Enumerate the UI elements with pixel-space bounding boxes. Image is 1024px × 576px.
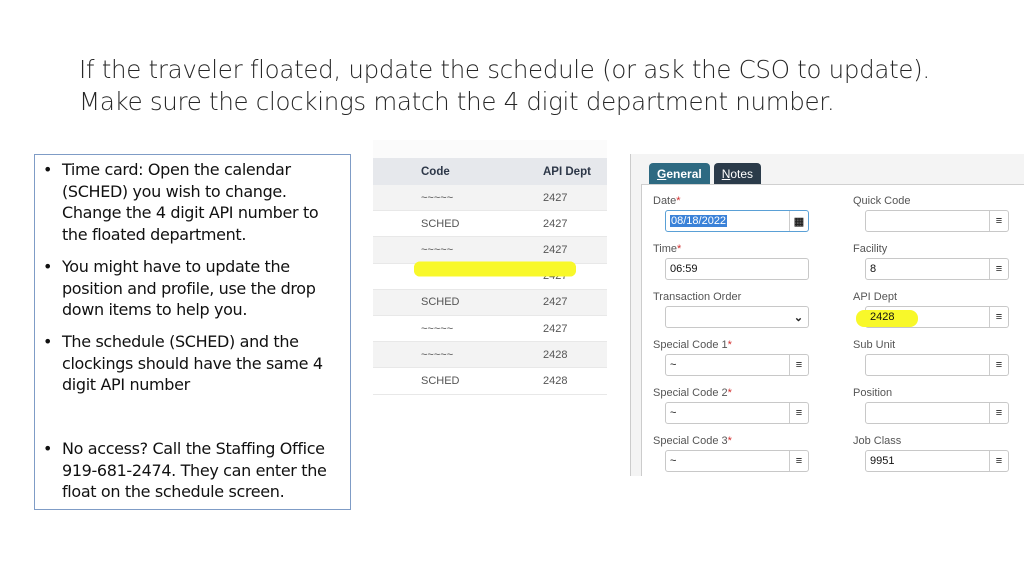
highlight-mark [414, 261, 576, 277]
bullet-item: • You might have to update the position a… [43, 256, 316, 320]
table-row[interactable]: SCHED 2428 [373, 261, 607, 395]
cell-code: SCHED [421, 374, 460, 387]
cell-api-dept: 2427 [543, 322, 568, 335]
quick-code-input[interactable]: ≡ [865, 210, 1009, 232]
bullet-icon: • [43, 256, 53, 276]
cell-code: SCHED [421, 217, 460, 230]
position-field: Position ≡ [853, 387, 1009, 424]
bullet-item: • Time card: Open the calendar (SCHED) yo… [43, 160, 319, 245]
bullet-item: • The schedule (SCHED) and the clockings … [43, 331, 323, 395]
cell-api-dept: 2428 [543, 374, 568, 387]
date-field: Date* 08/18/2022 ▦ [653, 195, 809, 232]
table-row[interactable]: ~~~~~ 2427 [373, 237, 607, 264]
clockings-table: Code API Dept ~~~~~ 2427 SCHED 2427 ~~~~~ 242… [373, 140, 607, 398]
special-code-2-input[interactable]: ~ ≡ [665, 402, 809, 424]
quick-code-field: Quick Code ≡ [853, 195, 1009, 232]
tab-general[interactable]: General [649, 163, 710, 184]
list-icon[interactable]: ≡ [989, 355, 1008, 375]
list-icon[interactable]: ≡ [789, 403, 808, 423]
time-input[interactable]: 06:59 [665, 258, 809, 280]
list-icon[interactable]: ≡ [989, 211, 1008, 231]
transaction-order-field: Transaction Order ⌄ [653, 291, 809, 328]
cell-api-dept: 2428 [543, 348, 568, 361]
special-code-3-input[interactable]: ~ ≡ [665, 450, 809, 472]
list-icon[interactable]: ≡ [789, 451, 808, 471]
time-field: Time* 06:59 [653, 243, 809, 280]
sub-unit-field: Sub Unit ≡ [853, 339, 1009, 376]
transaction-order-select[interactable]: ⌄ [665, 306, 809, 328]
cell-api-dept: 2427 [543, 217, 568, 230]
sub-unit-input[interactable]: ≡ [865, 354, 1009, 376]
tab-notes[interactable]: Notes [713, 163, 762, 184]
bullet-item: • No access? Call the Staffing Office 919… [43, 439, 327, 502]
column-header-code[interactable]: Code [373, 166, 543, 178]
list-icon[interactable]: ≡ [989, 307, 1008, 327]
title-line-2: Make sure the clockings match the 4 digi… [79, 87, 835, 116]
special-code-2-field: Special Code 2* ~ ≡ [653, 387, 809, 424]
clocking-edit-form: General Notes Date* 08/18/2022 ▦ Time* 06… [630, 154, 1024, 476]
table-row[interactable]: ~~~~~ 2427 [373, 185, 607, 212]
bullet-icon: • [43, 439, 53, 459]
column-header-api-dept[interactable]: API Dept [543, 166, 607, 178]
api-dept-field: API Dept 2428 ≡ [853, 291, 1009, 328]
general-panel: Date* 08/18/2022 ▦ Time* 06:59 Transactio… [641, 184, 1024, 476]
bullet-icon: • [43, 331, 53, 351]
form-tabs: General Notes [649, 163, 762, 184]
title-line-1: If the traveler floated, update the sche… [79, 55, 930, 84]
special-code-1-field: Special Code 1* ~ ≡ [653, 339, 809, 376]
list-icon[interactable]: ≡ [789, 355, 808, 375]
cell-code: ~~~~~ [421, 348, 454, 361]
cell-api-dept: 2427 [543, 243, 568, 256]
cell-api-dept: 2427 [543, 191, 568, 204]
chevron-down-icon[interactable]: ⌄ [789, 307, 808, 327]
facility-field: Facility 8 ≡ [853, 243, 1009, 280]
table-row[interactable]: SCHED 2427 [373, 211, 607, 238]
special-code-3-field: Special Code 3* ~ ≡ [653, 435, 809, 472]
cell-code: ~~~~~ [421, 243, 454, 256]
cell-code: SCHED [421, 296, 460, 309]
cell-api-dept: 2427 [543, 296, 568, 309]
cell-code: ~~~~~ [421, 191, 454, 204]
list-icon[interactable]: ≡ [989, 451, 1008, 471]
api-dept-input[interactable]: 2428 ≡ [856, 306, 1009, 328]
instructions-box: • Time card: Open the calendar (SCHED) yo… [34, 154, 351, 510]
job-class-input[interactable]: 9951 ≡ [865, 450, 1009, 472]
list-icon[interactable]: ≡ [989, 403, 1008, 423]
slide-title: If the traveler floated, update the sche… [79, 54, 979, 118]
date-input[interactable]: 08/18/2022 ▦ [665, 210, 809, 232]
table-header: Code API Dept [373, 158, 607, 185]
table-row[interactable]: ~~~~~ 2428 [373, 261, 607, 369]
bullet-icon: • [43, 160, 53, 179]
table-row[interactable]: ~~~~~ 2427 [373, 316, 607, 343]
calendar-icon[interactable]: ▦ [789, 211, 808, 231]
special-code-1-input[interactable]: ~ ≡ [665, 354, 809, 376]
facility-input[interactable]: 8 ≡ [865, 258, 1009, 280]
job-class-field: Job Class 9951 ≡ [853, 435, 1009, 472]
table-row[interactable]: SCHED 2427 [373, 289, 607, 316]
position-input[interactable]: ≡ [865, 402, 1009, 424]
list-icon[interactable]: ≡ [989, 259, 1008, 279]
cell-code: ~~~~~ [421, 322, 454, 335]
